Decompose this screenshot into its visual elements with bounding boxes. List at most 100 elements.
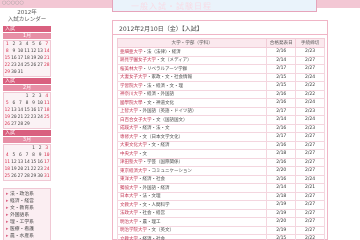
calendar-day[interactable]: 30 — [11, 69, 18, 76]
category-link-label[interactable]: 医療・看護 — [10, 227, 34, 232]
university-link[interactable]: 明治学院大学 — [120, 228, 147, 233]
university-link[interactable]: 神奈川大学 — [120, 92, 143, 97]
category-link[interactable]: ▸ 外国語系 — [6, 212, 48, 219]
calendar-day[interactable]: 30 — [37, 173, 44, 180]
category-link[interactable]: ▸ 文・教育系 — [6, 205, 48, 212]
category-link-label[interactable]: 経済・経営 — [10, 199, 34, 204]
department-text: ・文・神道文化 — [142, 100, 175, 106]
calendar-day[interactable]: 25 — [24, 62, 31, 69]
calendar-day[interactable]: 15 — [24, 107, 31, 114]
deadline-date: 2/21 — [295, 183, 325, 193]
calendar-day[interactable]: 4 — [24, 41, 31, 48]
announce-date: 2/18 — [266, 192, 297, 201]
calendar-day[interactable]: 26 — [11, 173, 18, 180]
calendar-day[interactable]: 22 — [24, 114, 31, 121]
university-link[interactable]: 大妻女子大学 — [120, 75, 147, 80]
calendar-day[interactable]: 25 — [43, 114, 50, 121]
calendar-day[interactable]: 2 — [37, 145, 44, 152]
calendar-day[interactable]: 31 — [43, 173, 50, 180]
calendar-day[interactable]: 7 — [43, 41, 50, 48]
calendar-day[interactable]: 24 — [37, 114, 44, 121]
university-cell: 専修大学・文（日本文学文化） — [116, 132, 268, 142]
calendar-day[interactable]: 8 — [24, 100, 31, 107]
calendar-day[interactable]: 20 — [37, 55, 44, 62]
university-link[interactable]: 國學院大學 — [120, 101, 143, 106]
university-link[interactable]: 大東文化大学 — [120, 143, 147, 148]
category-link[interactable]: ▸ 農・水産系 — [6, 233, 48, 240]
calendar-day[interactable]: 6 — [11, 100, 18, 107]
calendar-day[interactable]: 16 — [37, 159, 44, 166]
calendar-day[interactable]: 2 — [11, 41, 18, 48]
announce-date: 2/16 — [266, 141, 297, 150]
university-cell: 成蹊大学・経済・法・文 — [116, 124, 268, 133]
calendar-day — [37, 69, 44, 76]
announce-date: 2/17 — [266, 64, 297, 74]
calendar-day[interactable]: 19 — [11, 166, 18, 173]
university-link[interactable]: 東京経済大学 — [120, 169, 147, 174]
university-link[interactable]: 跡見学園女子大学 — [120, 58, 156, 63]
category-link[interactable]: ▸ 理・工学系 — [6, 219, 48, 226]
site-logo[interactable]: ○○○○○ — [2, 0, 24, 6]
calendar-day[interactable]: 3 — [43, 145, 50, 152]
table-row: 文教大学・文・人間科学 2/19 2/27 — [116, 200, 325, 210]
university-link[interactable]: 東洋大学 — [120, 177, 138, 182]
university-link[interactable]: 学習院大学 — [120, 84, 143, 89]
calendar-day[interactable]: 27 — [37, 62, 44, 69]
calendar-day[interactable]: 5 — [11, 152, 18, 159]
university-link[interactable]: 成蹊大学 — [120, 126, 138, 131]
calendar-day[interactable]: 23 — [37, 166, 44, 173]
calendar-day[interactable]: 11 — [24, 48, 31, 55]
university-link[interactable]: 文教大学 — [120, 203, 138, 208]
calendar-day[interactable]: 11 — [43, 100, 50, 107]
calendar-day[interactable]: 23 — [11, 62, 18, 69]
calendar-day[interactable]: 18 — [43, 107, 50, 114]
calendar-day[interactable]: 3 — [37, 93, 44, 100]
calendar-day[interactable]: 18 — [24, 55, 31, 62]
category-link[interactable]: ▸ 法・政治系 — [6, 191, 48, 198]
calendar-day[interactable]: 10 — [37, 100, 44, 107]
calendar-day[interactable]: 9 — [11, 48, 18, 55]
university-link[interactable]: 日本大学 — [120, 194, 138, 199]
category-link[interactable]: ▸ 医療・看護 — [6, 226, 48, 233]
category-link-label[interactable]: 法・政治系 — [10, 192, 34, 197]
calendar-day[interactable]: 24 — [43, 166, 50, 173]
calendar-day[interactable]: 28 — [24, 173, 31, 180]
calendar-day[interactable]: 17 — [37, 107, 44, 114]
calendar-day[interactable]: 28 — [43, 62, 50, 69]
calendar-day[interactable]: 14 — [43, 48, 50, 55]
main-panel: 2012年2月10日（金）【入試】 大学・学部（学科） 合格発表日 手続締切 亜… — [112, 20, 328, 240]
category-link-label[interactable]: 理・工学系 — [10, 220, 34, 225]
calendar-day[interactable]: 7 — [24, 152, 31, 159]
university-link[interactable]: 亜細亜大学 — [120, 50, 143, 55]
calendar-day[interactable]: 12 — [11, 159, 18, 166]
calendar-day[interactable]: 21 — [24, 166, 31, 173]
calendar-day[interactable]: 9 — [37, 152, 44, 159]
university-link[interactable]: 法政大学 — [120, 211, 138, 216]
university-link[interactable]: 明治大学 — [120, 220, 138, 225]
calendar-day[interactable]: 21 — [43, 55, 50, 62]
category-link[interactable]: ▸ 経済・経営 — [6, 198, 48, 205]
calendar-day[interactable]: 16 — [11, 55, 18, 62]
university-link[interactable]: 専修大学 — [120, 135, 138, 140]
calendar-day[interactable]: 17 — [43, 159, 50, 166]
calendar-day[interactable]: 20 — [11, 114, 18, 121]
category-link-label[interactable]: 農・水産系 — [10, 234, 34, 239]
university-link[interactable]: 津田塾大学 — [120, 160, 143, 165]
calendar-day[interactable]: 1 — [24, 93, 31, 100]
university-link[interactable]: 上智大学 — [120, 109, 138, 114]
calendar-day[interactable]: 4 — [43, 93, 50, 100]
calendar-day[interactable]: 6 — [37, 41, 44, 48]
calendar-day[interactable]: 10 — [43, 152, 50, 159]
exam-table: 大学・学部（学科） 合格発表日 手続締切 亜細亜大学・法（法律）・経済 2/16 2… — [116, 38, 325, 240]
university-link[interactable]: 白百合女子大学 — [120, 118, 152, 123]
calendar-day[interactable]: 14 — [24, 159, 31, 166]
calendar-day[interactable]: 13 — [11, 107, 18, 114]
category-link-label[interactable]: 外国語系 — [10, 213, 29, 218]
calendar-day[interactable]: 27 — [11, 121, 18, 128]
category-link-label[interactable]: 文・教育系 — [10, 206, 34, 211]
calendar-day[interactable]: 29 — [24, 121, 31, 128]
university-link[interactable]: 獨協大学 — [120, 186, 138, 191]
university-link[interactable]: 中央大学 — [120, 152, 138, 157]
university-link[interactable]: 桜美林大学 — [120, 67, 143, 72]
calendar-day[interactable]: 13 — [37, 48, 44, 55]
